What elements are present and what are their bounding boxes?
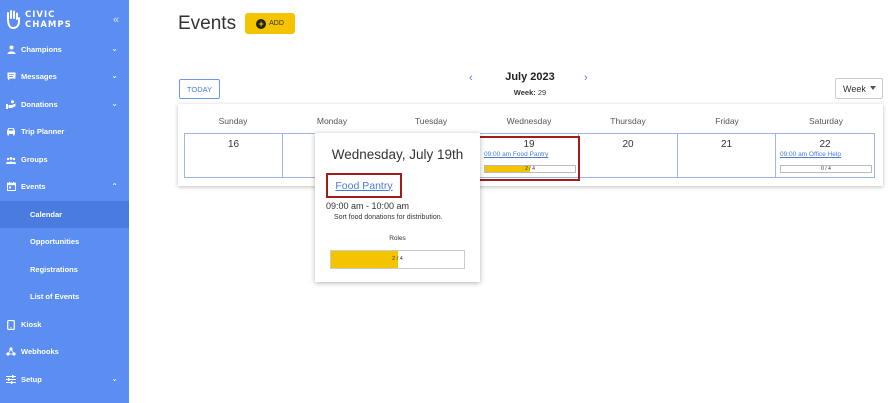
- message-icon: [6, 72, 16, 82]
- brand-name: CIVIC CHAMPS: [25, 10, 72, 30]
- brand-line-2: CHAMPS: [25, 20, 72, 30]
- sidebar-subitem-list-of-events[interactable]: List of Events: [0, 283, 129, 310]
- day-cell-friday[interactable]: 21: [677, 133, 776, 178]
- sidebar-item-label: Messages: [21, 72, 57, 81]
- popover-time: 09:00 am - 10:00 am: [326, 201, 410, 211]
- setup-icon: [6, 375, 16, 385]
- sidebar-item-label: Donations: [21, 100, 58, 109]
- caret-down-icon: [870, 86, 876, 90]
- day-number: 22: [819, 139, 831, 150]
- event-fill-bar: 2 / 4: [484, 165, 576, 173]
- sidebar-subitem-registrations[interactable]: Registrations: [0, 256, 129, 283]
- sidebar-subitem-opportunities[interactable]: Opportunities: [0, 228, 129, 255]
- groups-icon: [6, 155, 16, 165]
- event-link-food-pantry[interactable]: 09:00 am Food Pantry: [484, 151, 548, 158]
- sidebar-subitem-label: Calendar: [30, 210, 63, 219]
- fill-count: 0 / 4: [821, 166, 831, 172]
- day-cell-sunday[interactable]: 16: [184, 133, 283, 178]
- webhooks-icon: [6, 347, 16, 357]
- sidebar-item-setup[interactable]: Setup ⌄: [0, 366, 129, 393]
- sidebar-item-label: Events: [21, 182, 46, 191]
- sidebar-item-messages[interactable]: Messages ⌄: [0, 63, 129, 90]
- fill-count: 2 / 4: [392, 256, 403, 262]
- day-header-monday: Monday: [316, 116, 348, 126]
- collapse-sidebar-icon[interactable]: «: [113, 14, 119, 26]
- sidebar-subitem-calendar[interactable]: Calendar: [0, 201, 129, 228]
- week-prefix: Week:: [513, 88, 536, 97]
- sidebar-subitem-label: List of Events: [30, 292, 80, 301]
- day-cell-saturday[interactable]: 22 09:00 am Office Help 0 / 4: [775, 133, 875, 178]
- sidebar-item-label: Champions: [21, 45, 62, 54]
- tablet-icon: [6, 319, 16, 330]
- day-number: 19: [523, 139, 535, 150]
- day-header-saturday: Saturday: [808, 116, 844, 126]
- popover-title: Wednesday, July 19th: [331, 147, 464, 162]
- sidebar-item-label: Webhooks: [21, 347, 59, 356]
- chevron-down-icon: ⌄: [111, 71, 118, 80]
- event-fill-bar: 0 / 4: [780, 165, 872, 173]
- day-number: 21: [720, 139, 733, 150]
- sidebar-item-label: Setup: [21, 375, 42, 384]
- car-icon: [6, 127, 16, 137]
- chevron-down-icon: ⌄: [111, 374, 118, 383]
- day-cell-wednesday[interactable]: 19 09:00 am Food Pantry 2 / 4: [479, 133, 579, 178]
- chevron-down-icon: ⌄: [111, 99, 118, 108]
- popover-fill-bar: 2 / 4: [330, 250, 465, 269]
- app-root: CIVIC CHAMPS « Champions ⌄ Messages ⌄ Do…: [0, 0, 895, 403]
- brand-line-1: CIVIC: [25, 10, 56, 20]
- sidebar-item-events[interactable]: Events ⌃: [0, 173, 129, 200]
- chevron-down-icon: ⌄: [111, 44, 118, 53]
- month-title: July 2023: [505, 71, 555, 83]
- popover-roles-label: Roles: [389, 235, 406, 242]
- chevron-right-icon[interactable]: ›: [584, 72, 588, 84]
- sidebar-item-label: Trip Planner: [21, 127, 65, 136]
- add-button-label: ADD: [269, 20, 284, 27]
- day-header-friday: Friday: [715, 116, 739, 126]
- donation-icon: [6, 100, 16, 110]
- sidebar-item-trip-planner[interactable]: Trip Planner: [0, 118, 129, 145]
- sidebar-item-champions[interactable]: Champions ⌄: [0, 36, 129, 63]
- highlight-box-event-link: Food Pantry: [326, 173, 402, 198]
- fill-count: 2 / 4: [525, 166, 535, 172]
- page-title: Events: [178, 13, 237, 34]
- sidebar-item-kiosk[interactable]: Kiosk: [0, 311, 129, 338]
- popover-event-link[interactable]: Food Pantry: [335, 180, 392, 192]
- sidebar-item-label: Groups: [21, 155, 48, 164]
- sidebar-item-groups[interactable]: Groups: [0, 146, 129, 173]
- day-number: 16: [227, 139, 240, 150]
- calendar-icon: [6, 182, 16, 192]
- week-number: 29: [537, 88, 547, 97]
- plus-icon: +: [256, 18, 267, 29]
- event-popover: Wednesday, July 19th Food Pantry 09:00 a…: [315, 133, 480, 282]
- chevron-left-icon[interactable]: ‹: [469, 72, 473, 84]
- day-header-thursday: Thursday: [610, 116, 646, 126]
- hand-logo-icon: [7, 10, 20, 30]
- sidebar-subitem-label: Registrations: [30, 265, 78, 274]
- day-header-wednesday: Wednesday: [506, 116, 552, 126]
- brand-logo[interactable]: CIVIC CHAMPS: [5, 10, 72, 30]
- event-link-office-help[interactable]: 09:00 am Office Help: [780, 151, 841, 158]
- week-calendar: Sunday Monday Tuesday Wednesday Thursday…: [178, 104, 883, 186]
- view-select-value: Week: [843, 83, 866, 94]
- day-cell-thursday[interactable]: 20: [578, 133, 678, 178]
- day-header-tuesday: Tuesday: [414, 116, 448, 126]
- day-number: 20: [622, 139, 634, 150]
- popover-description: Sort food donations for distribution.: [334, 214, 443, 221]
- view-select[interactable]: Week: [835, 78, 883, 99]
- sidebar: CIVIC CHAMPS « Champions ⌄ Messages ⌄ Do…: [0, 0, 129, 403]
- add-event-button[interactable]: + ADD: [245, 13, 295, 34]
- today-button[interactable]: TODAY: [179, 79, 220, 99]
- chevron-up-icon: ⌃: [111, 182, 118, 191]
- sidebar-item-donations[interactable]: Donations ⌄: [0, 91, 129, 118]
- sidebar-item-label: Kiosk: [21, 320, 42, 329]
- day-header-sunday: Sunday: [218, 116, 248, 126]
- sidebar-subitem-label: Opportunities: [30, 237, 80, 246]
- week-label: Week: 29: [500, 88, 560, 97]
- person-icon: [6, 45, 16, 55]
- sidebar-item-webhooks[interactable]: Webhooks: [0, 338, 129, 365]
